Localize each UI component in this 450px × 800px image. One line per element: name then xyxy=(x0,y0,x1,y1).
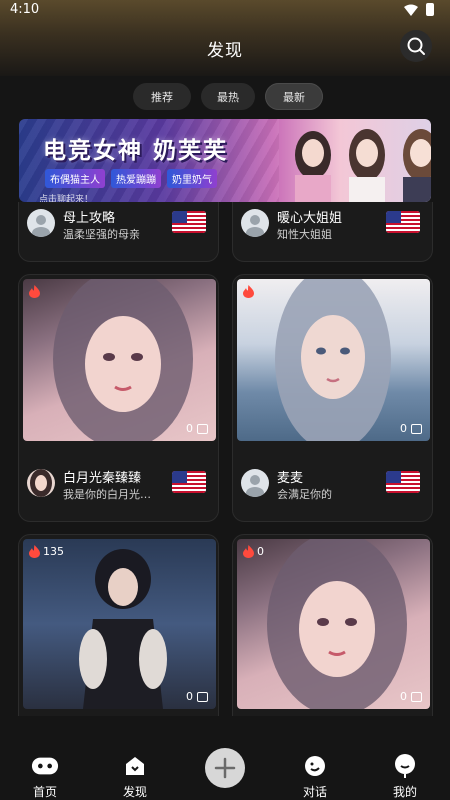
character-portrait xyxy=(79,549,167,709)
fire-icon xyxy=(243,285,254,298)
nav-home-label: 首页 xyxy=(32,785,57,799)
card-user-row: 白月光秦臻臻 我是你的白月光… xyxy=(27,465,210,505)
card-user-row: 暖心大姐姐 知性大姐姐 xyxy=(241,205,424,245)
character-desc: 知性大姐姐 xyxy=(277,228,332,241)
nav-home[interactable]: 首页 xyxy=(15,746,75,800)
tab-newest[interactable]: 最新 xyxy=(265,83,323,110)
chat-icon xyxy=(301,752,329,779)
banner-footer: 点击聊起来！ xyxy=(39,195,94,202)
character-name: 白月光秦臻臻 xyxy=(63,471,142,486)
avatar xyxy=(241,469,269,497)
filter-tabs: 推荐 最热 最新 xyxy=(133,83,323,110)
character-desc: 我是你的白月光… xyxy=(63,488,151,501)
character-portrait xyxy=(267,539,407,709)
card-user-row: 母上攻略 温柔坚强的母亲 xyxy=(27,205,210,245)
banner-tag: 奶里奶气 xyxy=(167,169,217,188)
character-card[interactable]: 暖心大姐姐 知性大姐姐 xyxy=(232,202,433,262)
character-card[interactable]: 0 白月光秦臻臻 我是你的白月光… xyxy=(18,274,219,522)
character-portrait xyxy=(53,279,193,441)
character-desc: 会满足你的 xyxy=(277,488,332,501)
character-card[interactable]: 母上攻略 温柔坚强的母亲 xyxy=(18,202,219,262)
status-time: 4:10 xyxy=(10,2,40,17)
avatar xyxy=(27,469,55,497)
popularity-badge xyxy=(29,285,43,298)
banner-character-image xyxy=(403,129,431,202)
photo-count: 0 xyxy=(186,690,208,703)
character-desc: 温柔坚强的母亲 xyxy=(63,228,140,241)
nav-chat-label: 对话 xyxy=(302,785,327,799)
plus-icon xyxy=(214,757,236,779)
system-icons xyxy=(404,3,434,16)
photo-count: 0 xyxy=(186,422,208,435)
nav-profile[interactable]: 我的 xyxy=(375,746,435,800)
photo-count-value: 0 xyxy=(400,422,407,435)
top-header: 4:10 发现 xyxy=(0,0,450,76)
popularity-count: 135 xyxy=(43,545,64,558)
tab-recommend[interactable]: 推荐 xyxy=(133,83,191,110)
gamepad-icon xyxy=(31,752,59,779)
popularity-badge: 0 xyxy=(243,545,264,558)
tab-hottest[interactable]: 最热 xyxy=(201,83,255,110)
banner-character-image xyxy=(349,129,385,202)
gallery-icon xyxy=(411,691,422,702)
nav-chat[interactable]: 对话 xyxy=(285,746,345,800)
banner-title: 电竞女神 奶芙芙 xyxy=(43,138,229,164)
create-button[interactable] xyxy=(205,748,245,788)
banner-tag: 热爱蹦蹦 xyxy=(111,169,161,188)
nav-profile-label: 我的 xyxy=(392,785,417,799)
us-flag-icon xyxy=(386,471,420,493)
battery-icon xyxy=(426,3,434,16)
character-name: 母上攻略 xyxy=(63,211,116,226)
banner-tag: 布偶猫主人 xyxy=(45,169,105,188)
us-flag-icon xyxy=(172,211,206,233)
character-card[interactable]: 0 0 xyxy=(232,534,433,716)
fire-icon xyxy=(243,545,254,558)
banner-character-image xyxy=(295,131,331,202)
character-name: 暖心大姐姐 xyxy=(277,211,343,226)
photo-count: 0 xyxy=(400,422,422,435)
character-portrait xyxy=(275,279,391,441)
character-name: 麦麦 xyxy=(277,471,304,486)
gallery-icon xyxy=(197,691,208,702)
us-flag-icon xyxy=(386,211,420,233)
popularity-count: 0 xyxy=(257,545,264,558)
character-image: 0 xyxy=(237,279,430,441)
search-button[interactable] xyxy=(400,30,432,62)
profile-icon xyxy=(391,752,419,779)
us-flag-icon xyxy=(172,471,206,493)
character-card[interactable]: 0 麦麦 会满足你的 xyxy=(232,274,433,522)
photo-count: 0 xyxy=(400,690,422,703)
nav-discover[interactable]: 发现 xyxy=(105,746,165,800)
photo-count-value: 0 xyxy=(186,690,193,703)
character-feed[interactable]: 母上攻略 温柔坚强的母亲 暖心大姐姐 知性大姐姐 0 白月光秦臻臻 我是你的白月… xyxy=(0,202,450,716)
character-card[interactable]: 135 0 xyxy=(18,534,219,716)
banner-tags: 布偶猫主人 热爱蹦蹦 奶里奶气 xyxy=(45,169,217,188)
status-bar: 4:10 xyxy=(0,0,450,22)
fire-icon xyxy=(29,545,40,558)
character-image: 0 xyxy=(23,279,216,441)
card-user-row: 麦麦 会满足你的 xyxy=(241,465,424,505)
wifi-icon xyxy=(404,4,418,16)
promo-banner[interactable]: 电竞女神 奶芙芙 布偶猫主人 热爱蹦蹦 奶里奶气 点击聊起来！ xyxy=(19,119,431,202)
page-title: 发现 xyxy=(207,41,243,61)
popularity-badge xyxy=(243,285,257,298)
search-icon xyxy=(407,37,425,55)
gallery-icon xyxy=(411,423,422,434)
popularity-badge: 135 xyxy=(29,545,64,558)
gallery-icon xyxy=(197,423,208,434)
character-image: 0 0 xyxy=(237,539,430,709)
avatar xyxy=(27,209,55,237)
fire-icon xyxy=(29,285,40,298)
nav-discover-label: 发现 xyxy=(122,785,147,799)
photo-count-value: 0 xyxy=(400,690,407,703)
photo-count-value: 0 xyxy=(186,422,193,435)
avatar xyxy=(241,209,269,237)
discover-icon xyxy=(121,752,149,779)
character-image: 135 0 xyxy=(23,539,216,709)
